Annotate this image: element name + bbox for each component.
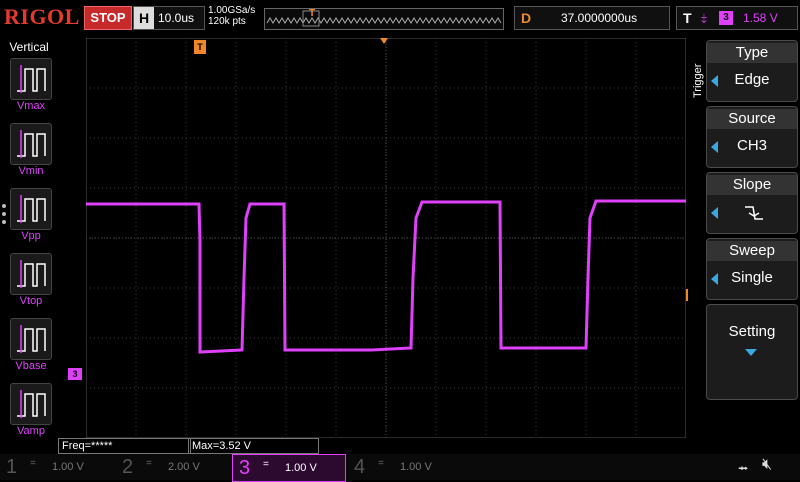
trigger-source-badge: 3 — [719, 11, 733, 25]
run-stop-indicator[interactable]: STOP — [84, 6, 132, 30]
channel-scale: 1.00 V — [285, 462, 317, 474]
waveform-overview: T — [264, 8, 504, 30]
left-arrow-icon — [711, 207, 718, 219]
vpp-icon — [17, 195, 46, 223]
menu-item-value: Edge — [734, 71, 770, 88]
delay-label: D — [521, 10, 532, 26]
delay-value: 37.0000000us — [561, 11, 638, 25]
sample-rate: 1.00GSa/s — [208, 5, 256, 16]
measure-vtop-button[interactable] — [10, 253, 52, 295]
channel-1-tab[interactable]: 1 = 1.00 V — [0, 454, 112, 480]
menu-slope-button[interactable]: Slope — [706, 172, 798, 234]
vtop-icon — [17, 260, 46, 288]
usb-icon: ⭼ — [738, 460, 749, 476]
freq-measurement[interactable]: Freq=***** — [58, 438, 191, 454]
falling-slope-icon — [743, 203, 765, 228]
channel-number: 4 — [354, 456, 366, 478]
vmin-icon — [17, 130, 46, 158]
timebase-box[interactable]: H 10.0us — [133, 6, 205, 30]
menu-item-title: Sweep — [707, 241, 797, 261]
trigger-label: T — [683, 10, 692, 26]
menu-item-value: Single — [731, 269, 773, 286]
channel-2-tab[interactable]: 2 = 2.00 V — [116, 454, 228, 480]
delay-box[interactable]: D 37.0000000us — [514, 6, 670, 30]
ch3-ground-marker[interactable]: 3 — [68, 368, 82, 380]
menu-title: Trigger — [692, 63, 704, 98]
top-status-bar: RIGOL STOP H 10.0us 1.00GSa/s 120k pts T… — [0, 0, 800, 36]
measure-vmin-button[interactable] — [10, 123, 52, 165]
measure-label: Vbase — [15, 360, 47, 372]
measure-vamp-button[interactable] — [10, 383, 52, 425]
timebase-value: 10.0us — [158, 11, 195, 25]
measure-label: Vtop — [19, 295, 43, 307]
panel-title: Vertical — [9, 40, 49, 54]
center-marker-icon — [380, 38, 388, 44]
speaker-muted-icon[interactable]: 🔇︎ — [762, 456, 772, 474]
menu-sweep-button[interactable]: Sweep Single — [706, 238, 798, 300]
menu-type-button[interactable]: Type Edge — [706, 40, 798, 102]
menu-item-title: Type — [707, 43, 797, 63]
memory-depth: 120k pts — [208, 16, 246, 27]
menu-item-value: CH3 — [736, 137, 767, 154]
rigol-logo: RIGOL — [4, 4, 80, 29]
channel-number: 1 — [6, 456, 18, 478]
channel-number: 2 — [122, 456, 134, 478]
menu-item-value: Setting — [728, 323, 776, 340]
vbase-icon — [17, 325, 46, 353]
dc-coupling-icon: = — [30, 458, 36, 469]
dc-coupling-icon: = — [378, 458, 384, 469]
channel-4-tab[interactable]: 4 = 1.00 V — [348, 454, 460, 480]
measure-vmax-button[interactable] — [10, 58, 52, 100]
vamp-icon — [17, 390, 46, 418]
dc-coupling-icon: = — [146, 458, 152, 469]
max-measurement[interactable]: Max=3.52 V — [188, 438, 319, 454]
falling-edge-icon: ⤈ — [701, 10, 707, 25]
waveform-display[interactable] — [86, 38, 686, 438]
menu-item-title: Source — [707, 109, 797, 129]
down-arrow-icon — [745, 349, 757, 356]
trigger-status-box[interactable]: T ⤈ 3 1.58 V — [676, 6, 798, 30]
measure-label: Vmin — [18, 165, 44, 177]
dc-coupling-icon: = — [263, 459, 269, 470]
menu-item-title: Slope — [707, 175, 797, 195]
page-dots-icon — [2, 204, 6, 228]
overview-trigger-marker: T — [309, 8, 316, 19]
menu-source-button[interactable]: Source CH3 — [706, 106, 798, 168]
trigger-position-marker[interactable]: T — [194, 40, 206, 54]
measure-vbase-button[interactable] — [10, 318, 52, 360]
measure-label: Vpp — [21, 230, 41, 242]
channel-scale: 1.00 V — [52, 461, 84, 473]
trigger-level-value: 1.58 V — [743, 11, 778, 25]
channel-number: 3 — [239, 457, 251, 479]
vmax-icon — [17, 65, 46, 93]
menu-setting-button[interactable]: Setting — [706, 304, 798, 400]
channel-scale: 2.00 V — [168, 461, 200, 473]
channel-3-tab[interactable]: 3 = 1.00 V — [232, 454, 346, 482]
measure-vpp-button[interactable] — [10, 188, 52, 230]
horizontal-label: H — [134, 7, 154, 29]
measure-label: Vamp — [17, 425, 45, 437]
channel-scale: 1.00 V — [400, 461, 432, 473]
measure-label: Vmax — [16, 100, 46, 112]
